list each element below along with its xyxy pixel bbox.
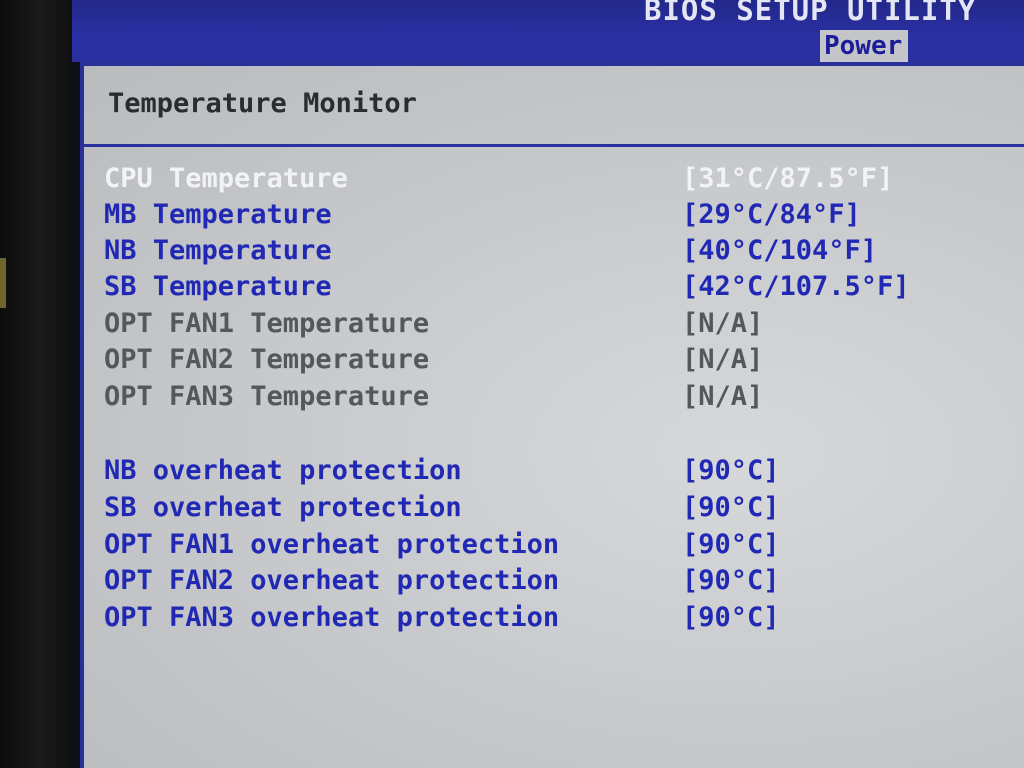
setting-row-opt-fan3-overheat-protection[interactable]: OPT FAN3 overheat protection [90°C] xyxy=(84,601,1024,635)
setting-row-mb-temperature: MB Temperature [29°C/84°F] xyxy=(84,198,1024,232)
setting-label: OPT FAN3 overheat protection xyxy=(104,602,560,633)
bios-screen: BIOS SETUP UTILITY Power Temperature Mon… xyxy=(72,0,1024,768)
setting-value: [40°C/104°F] xyxy=(682,235,878,266)
setting-value: [90°C] xyxy=(682,492,780,523)
setting-label: NB overheat protection xyxy=(104,455,462,486)
bezel-light-reflection xyxy=(0,258,6,308)
setting-row-sb-overheat-protection[interactable]: SB overheat protection [90°C] xyxy=(84,491,1024,525)
setting-row-nb-overheat-protection[interactable]: NB overheat protection [90°C] xyxy=(84,454,1024,488)
setting-value: [N/A] xyxy=(682,381,764,412)
setting-row-opt-fan3-temperature: OPT FAN3 Temperature [N/A] xyxy=(84,380,1024,414)
setting-value: [90°C] xyxy=(682,455,780,486)
setting-row-nb-temperature: NB Temperature [40°C/104°F] xyxy=(84,234,1024,268)
setting-row-opt-fan1-temperature: OPT FAN1 Temperature [N/A] xyxy=(84,307,1024,341)
setting-label: CPU Temperature xyxy=(104,163,348,194)
setting-label: NB Temperature xyxy=(104,235,332,266)
setting-label: OPT FAN1 Temperature xyxy=(104,308,430,339)
monitor-bezel xyxy=(0,0,72,768)
title-divider xyxy=(84,144,1024,147)
setting-value: [90°C] xyxy=(682,529,780,560)
setting-value: [N/A] xyxy=(682,344,764,375)
page-title: Temperature Monitor xyxy=(108,88,417,119)
tab-power[interactable]: Power xyxy=(820,30,908,62)
setting-label: SB Temperature xyxy=(104,271,332,302)
setting-label: MB Temperature xyxy=(104,199,332,230)
setting-value: [42°C/107.5°F] xyxy=(682,271,910,302)
setting-value: [90°C] xyxy=(682,565,780,596)
setting-value: [29°C/84°F] xyxy=(682,199,861,230)
setting-label: OPT FAN2 overheat protection xyxy=(104,565,560,596)
setting-row-opt-fan2-overheat-protection[interactable]: OPT FAN2 overheat protection [90°C] xyxy=(84,564,1024,598)
header-bar: BIOS SETUP UTILITY Power xyxy=(72,0,1024,62)
setting-label: SB overheat protection xyxy=(104,492,462,523)
setting-label: OPT FAN3 Temperature xyxy=(104,381,430,412)
setting-label: OPT FAN1 overheat protection xyxy=(104,529,560,560)
setting-value: [90°C] xyxy=(682,602,780,633)
setting-value: [31°C/87.5°F] xyxy=(682,163,894,194)
setting-value: [N/A] xyxy=(682,308,764,339)
setting-label: OPT FAN2 Temperature xyxy=(104,344,430,375)
setting-row-sb-temperature: SB Temperature [42°C/107.5°F] xyxy=(84,270,1024,304)
setting-row-opt-fan2-temperature: OPT FAN2 Temperature [N/A] xyxy=(84,343,1024,377)
setting-row-opt-fan1-overheat-protection[interactable]: OPT FAN1 overheat protection [90°C] xyxy=(84,528,1024,562)
settings-panel: Temperature Monitor CPU Temperature [31°… xyxy=(80,62,1024,768)
setting-row-cpu-temperature: CPU Temperature [31°C/87.5°F] xyxy=(84,162,1024,196)
utility-title: BIOS SETUP UTILITY xyxy=(644,0,977,27)
